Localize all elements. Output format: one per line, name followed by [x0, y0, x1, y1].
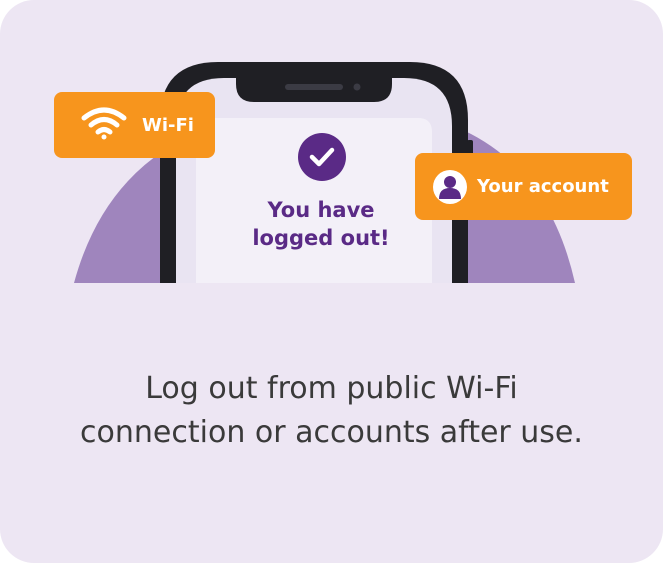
tip-caption: Log out from public Wi-Fi connection or … — [20, 367, 643, 455]
account-badge-label: Your account — [477, 176, 609, 197]
checkmark-icon — [298, 133, 346, 181]
logout-message-line1: You have — [267, 198, 375, 222]
tip-caption-line2: connection or accounts after use. — [80, 415, 583, 450]
logout-message: You have logged out! — [224, 196, 418, 252]
wifi-badge-label: Wi-Fi — [142, 114, 194, 136]
account-badge: Your account — [415, 153, 632, 220]
wifi-badge: Wi-Fi — [54, 92, 215, 158]
wifi-icon — [80, 106, 128, 145]
logout-message-line2: logged out! — [252, 226, 390, 250]
tip-card: You have logged out! Wi-Fi Your account … — [0, 0, 663, 563]
tip-caption-line1: Log out from public Wi-Fi — [145, 371, 518, 406]
user-account-icon — [433, 169, 467, 204]
